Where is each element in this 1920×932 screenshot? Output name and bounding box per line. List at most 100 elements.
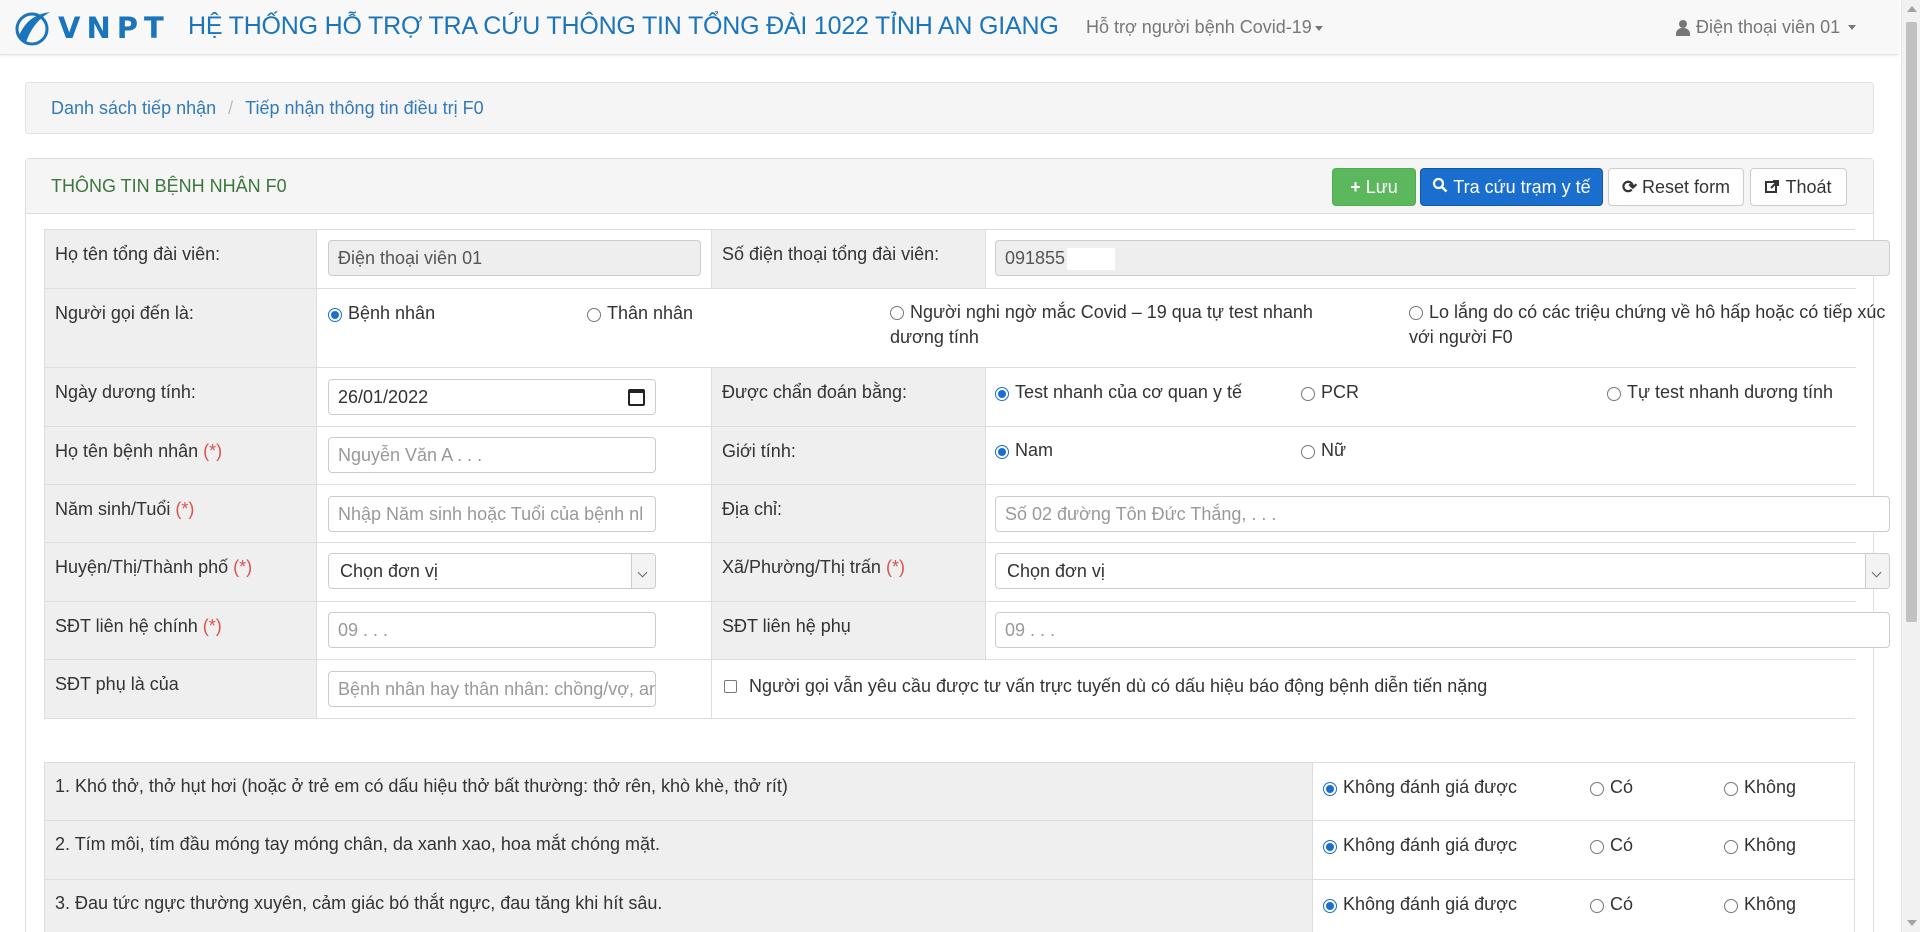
operator-phone-label: Số điện thoại tổng đài viên:	[711, 230, 985, 288]
sub-phone-owner-input[interactable]: Bệnh nhân hay thân nhân: chồng/vợ, anh	[328, 671, 656, 707]
caller-option-relative[interactable]: Thân nhân	[587, 303, 693, 324]
reset-form-button-label: Reset form	[1642, 176, 1731, 197]
symptom-option-no[interactable]: Không	[1724, 777, 1796, 798]
caller-option-patient[interactable]: Bệnh nhân	[328, 303, 435, 324]
diagnosed-by-label: Được chẩn đoán bằng:	[711, 368, 985, 426]
operator-phone-cell: 091855	[985, 230, 1890, 288]
checkbox-icon	[724, 680, 737, 693]
symptom-option-unknown[interactable]: Không đánh giá được	[1323, 777, 1517, 798]
symptom-option-label: Có	[1610, 894, 1634, 914]
patient-name-input[interactable]: Nguyễn Văn A . . .	[328, 437, 656, 473]
exit-button[interactable]: Thoát	[1750, 168, 1847, 206]
sub-phone-owner-label: SĐT phụ là của	[45, 660, 316, 718]
calendar-icon[interactable]	[628, 389, 645, 406]
symptom-option-label: Không	[1744, 835, 1797, 855]
breadcrumb-separator: /	[228, 97, 234, 118]
symptom-option-yes[interactable]: Có	[1590, 835, 1633, 856]
district-select-value: Chọn đơn vị	[340, 561, 438, 581]
lookup-station-button[interactable]: Tra cứu trạm y tế	[1420, 168, 1603, 206]
address-input[interactable]: Số 02 đường Tôn Đức Thắng, . . .	[995, 496, 1890, 532]
form-row-phones: SĐT liên hệ chính (*) 09 . . . SĐT liên …	[45, 601, 1890, 659]
required-mark: (*)	[202, 616, 222, 636]
system-title[interactable]: HỆ THỐNG HỖ TRỢ TRA CỨU THÔNG TIN TỔNG Đ…	[188, 12, 1059, 41]
ward-select-value: Chọn đơn vị	[1007, 561, 1105, 581]
radio-unchecked-icon	[890, 306, 904, 320]
symptom-option-no[interactable]: Không	[1724, 894, 1796, 915]
symptom-option-unknown[interactable]: Không đánh giá được	[1323, 835, 1517, 856]
operator-phone-field[interactable]: 091855	[995, 240, 1890, 276]
gender-option-female[interactable]: Nữ	[1301, 440, 1346, 461]
gender-option-label: Nữ	[1321, 440, 1347, 460]
caller-option-label: Thân nhân	[607, 303, 694, 323]
ward-select[interactable]: Chọn đơn vị	[995, 553, 1890, 589]
radio-checked-icon	[1323, 782, 1337, 796]
diagnosed-option-label: Tự test nhanh dương tính	[1627, 382, 1834, 402]
panel-header: THÔNG TIN BỆNH NHÂN F0 + Lưu Tra cứu trạ…	[26, 159, 1873, 214]
save-button[interactable]: + Lưu	[1332, 168, 1416, 206]
symptom-row: 2. Tím môi, tím đầu móng tay móng chân, …	[44, 820, 1855, 880]
radio-checked-icon	[1323, 899, 1337, 913]
page-scrollbar[interactable]	[1901, 0, 1920, 932]
main-phone-input[interactable]: 09 . . .	[328, 612, 656, 648]
district-select[interactable]: Chọn đơn vị	[328, 553, 656, 589]
main-phone-label: SĐT liên hệ chính (*)	[45, 602, 316, 659]
sub-phone-owner-cell: Bệnh nhân hay thân nhân: chồng/vợ, anh	[316, 660, 711, 718]
form-row-patient-name: Họ tên bệnh nhân (*) Nguyễn Văn A . . . …	[45, 426, 1856, 484]
diagnosed-option-self-test[interactable]: Tự test nhanh dương tính	[1607, 382, 1833, 403]
online-consult-cell: Người gọi vẫn yêu cầu được tư vấn trực t…	[711, 660, 1856, 718]
breadcrumb-item-list[interactable]: Danh sách tiếp nhận	[51, 98, 216, 119]
brand-logo[interactable]: VNPT	[12, 6, 170, 50]
sub-phone-input[interactable]: 09 . . .	[995, 612, 1890, 648]
caller-option-label: Lo lắng do có các triệu chứng về hô hấp …	[1409, 302, 1886, 347]
birth-label: Năm sinh/Tuổi (*)	[45, 485, 316, 542]
radio-unchecked-icon	[1590, 782, 1604, 796]
lookup-station-button-label: Tra cứu trạm y tế	[1453, 176, 1591, 197]
reset-form-button[interactable]: ⟳ Reset form	[1608, 168, 1744, 206]
caller-option-label: Bệnh nhân	[348, 303, 436, 323]
caller-option-suspected[interactable]: Người nghi ngờ mắc Covid – 19 qua tự tes…	[890, 300, 1370, 350]
plus-icon: +	[1350, 176, 1361, 197]
symptom-option-yes[interactable]: Có	[1590, 777, 1633, 798]
scroll-down-icon[interactable]	[1907, 920, 1917, 926]
scrollbar-thumb[interactable]	[1906, 22, 1917, 622]
main-phone-label-text: SĐT liên hệ chính	[55, 616, 198, 636]
diagnosed-option-rapid-test[interactable]: Test nhanh của cơ quan y tế	[995, 382, 1242, 403]
ward-label-text: Xã/Phường/Thị trấn	[722, 557, 881, 577]
symptom-row: 3. Đau tức ngực thường xuyên, cảm giác b…	[44, 879, 1855, 932]
operator-name-field[interactable]: Điện thoại viên 01	[328, 240, 701, 276]
birth-cell: Nhập Năm sinh hoặc Tuổi của bệnh nl	[316, 485, 711, 542]
covid-support-menu[interactable]: Hỗ trợ người bệnh Covid-19	[1086, 17, 1323, 38]
breadcrumb-item-current[interactable]: Tiếp nhận thông tin điều trị F0	[245, 98, 483, 119]
district-label: Huyện/Thị/Thành phố (*)	[45, 543, 316, 601]
required-mark: (*)	[203, 441, 223, 461]
radio-checked-icon	[995, 445, 1009, 459]
required-mark: (*)	[175, 499, 195, 519]
radio-checked-icon	[1323, 840, 1337, 854]
positive-date-cell: 26/01/2022	[316, 368, 711, 426]
symptom-option-yes[interactable]: Có	[1590, 894, 1633, 915]
ward-label: Xã/Phường/Thị trấn (*)	[711, 543, 985, 601]
positive-date-label: Ngày dương tính:	[45, 368, 316, 426]
scroll-up-icon[interactable]	[1907, 6, 1917, 12]
gender-option-male[interactable]: Nam	[995, 440, 1053, 461]
online-consult-checkbox[interactable]: Người gọi vẫn yêu cầu được tư vấn trực t…	[724, 676, 1487, 697]
form-row-operator: Họ tên tổng đài viên: Điện thoại viên 01…	[45, 230, 1890, 288]
radio-unchecked-icon	[1724, 782, 1738, 796]
positive-date-field[interactable]: 26/01/2022	[328, 379, 656, 415]
symptom-option-no[interactable]: Không	[1724, 835, 1796, 856]
caller-option-worried[interactable]: Lo lắng do có các triệu chứng về hô hấp …	[1409, 300, 1889, 350]
radio-checked-icon	[328, 308, 342, 322]
main-phone-cell: 09 . . .	[316, 602, 711, 659]
sub-phone-cell: 09 . . .	[985, 602, 1890, 659]
radio-checked-icon	[995, 387, 1009, 401]
save-button-label: Lưu	[1365, 176, 1398, 197]
user-menu[interactable]: Điện thoại viên 01	[1676, 17, 1857, 38]
birth-input[interactable]: Nhập Năm sinh hoặc Tuổi của bệnh nl	[328, 496, 656, 532]
diagnosed-option-pcr[interactable]: PCR	[1301, 382, 1359, 403]
symptom-option-unknown[interactable]: Không đánh giá được	[1323, 894, 1517, 915]
address-cell: Số 02 đường Tôn Đức Thắng, . . .	[985, 485, 1890, 542]
user-name: Điện thoại viên 01	[1696, 17, 1841, 37]
address-label: Địa chỉ:	[711, 485, 985, 542]
online-consult-label: Người gọi vẫn yêu cầu được tư vấn trực t…	[749, 676, 1488, 696]
form-row-sub-phone-owner: SĐT phụ là của Bệnh nhân hay thân nhân: …	[45, 659, 1856, 718]
